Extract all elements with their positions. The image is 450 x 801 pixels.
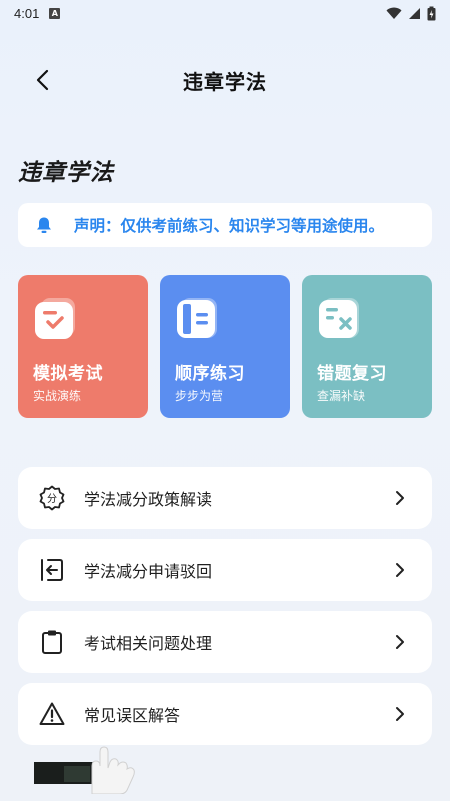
sequential-practice-card[interactable]: 顺序练习 步步为营 [160,275,290,418]
wrong-list-icon [319,298,359,338]
list-label: 常见误区解答 [84,706,181,725]
chevron-right-icon [396,707,404,721]
clipboard-icon [38,628,66,656]
list-item-application-rejected[interactable]: 学法减分申请驳回 [18,539,432,601]
notice-banner: 声明：仅供考前练习、知识学习等用途使用。 [18,203,432,247]
wrong-review-card[interactable]: 错题复习 查漏补缺 [302,275,432,418]
svg-text:分: 分 [47,493,57,505]
signal-icon [409,7,420,19]
gesture-hint-overlay [34,744,144,794]
page-heading: 违章学法 [18,160,114,186]
chevron-right-icon [396,563,404,577]
status-indicators [386,6,436,21]
notice-text: 声明：仅供考前练习、知识学习等用途使用。 [74,217,385,235]
card-subtitle: 实战演练 [33,389,82,403]
book-icon [177,298,217,338]
nav-title: 违章学法 [183,69,267,94]
feature-cards: 模拟考试 实战演练 顺序练习 步步为营 错题复习 查漏补缺 [18,275,432,418]
list-item-exam-issues[interactable]: 考试相关问题处理 [18,611,432,673]
list-label: 学法减分政策解读 [84,490,213,509]
nav-bar: 违章学法 [0,52,450,108]
back-arrow-icon [36,69,49,91]
exam-icon [35,298,75,339]
points-badge-icon: 分 [38,484,66,512]
wifi-icon [386,7,402,19]
list-label: 考试相关问题处理 [84,634,213,653]
chevron-right-icon [396,491,404,505]
bell-icon [37,217,51,233]
list-label: 学法减分申请驳回 [84,562,213,581]
back-button[interactable] [28,66,56,94]
chevron-right-icon [396,635,404,649]
list-item-common-misconceptions[interactable]: 常见误区解答 [18,683,432,745]
hand-icon [91,746,135,794]
status-bar: 4:01 A [0,0,450,26]
battery-icon [427,6,436,20]
card-subtitle: 查漏补缺 [317,389,366,403]
card-title: 顺序练习 [175,364,245,384]
list-item-policy-interpretation[interactable]: 分 学法减分政策解读 [18,467,432,529]
card-title: 模拟考试 [33,364,103,384]
card-subtitle: 步步为营 [175,389,224,403]
mock-exam-card[interactable]: 模拟考试 实战演练 [18,275,148,418]
status-time: 4:01 [14,5,40,21]
return-icon [38,556,66,584]
warning-icon [38,700,66,728]
card-title: 错题复习 [317,364,387,384]
notification-icon: A [49,7,61,19]
